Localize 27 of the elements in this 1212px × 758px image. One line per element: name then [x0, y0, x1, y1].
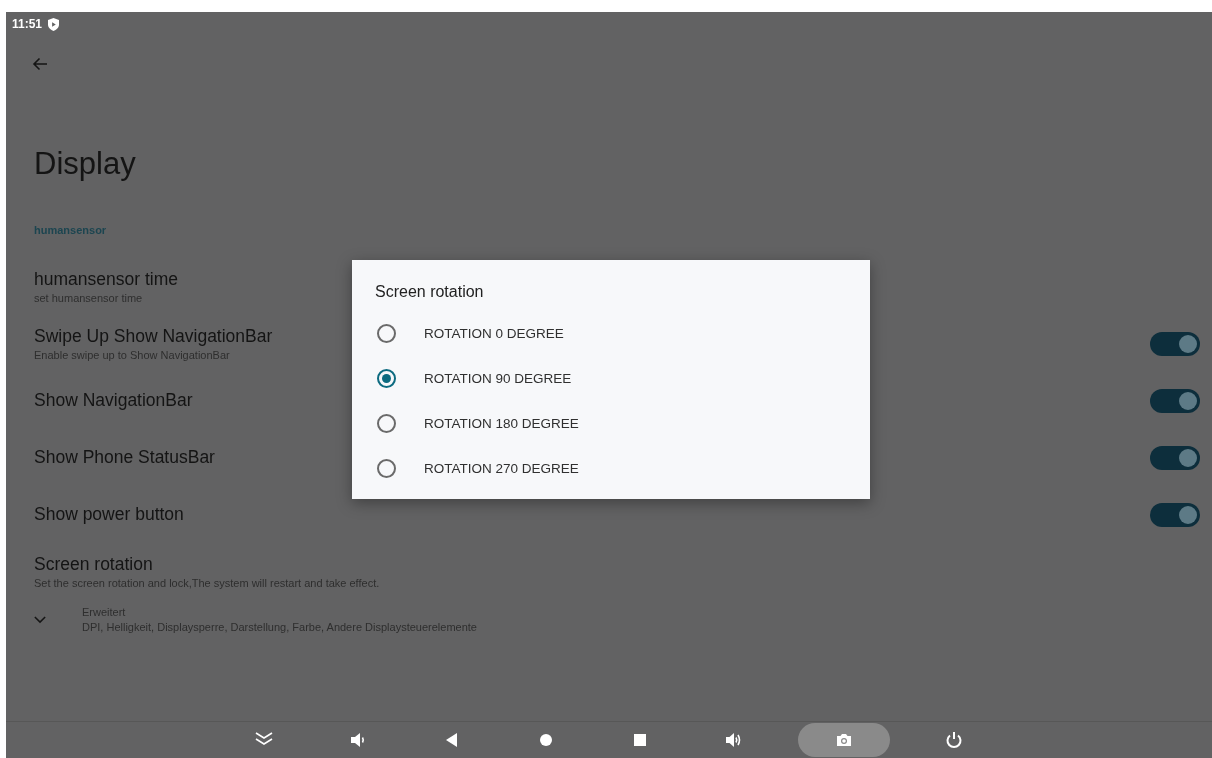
toggle-switch[interactable] [1150, 331, 1200, 356]
setting-title: Show Phone StatusBar [34, 447, 215, 468]
shield-icon [48, 17, 60, 31]
setting-title: Show power button [34, 504, 184, 525]
radio-option[interactable]: ROTATION 270 DEGREE [375, 446, 870, 491]
chevron-down-icon [34, 615, 46, 624]
setting-title: Swipe Up Show NavigationBar [34, 326, 273, 347]
setting-title: humansensor time [34, 269, 178, 290]
radio-button[interactable] [377, 324, 396, 343]
radio-button[interactable] [377, 369, 396, 388]
toggle-switch[interactable] [1150, 445, 1200, 470]
toggle-switch[interactable] [1150, 502, 1200, 527]
setting-title: Show NavigationBar [34, 390, 193, 411]
screenshot-button[interactable] [798, 723, 890, 757]
category-header: humansensor [34, 224, 108, 236]
radio-option[interactable]: ROTATION 90 DEGREE [375, 356, 870, 401]
page-title: Display [34, 146, 137, 183]
radio-button[interactable] [377, 459, 396, 478]
back-arrow-icon[interactable] [32, 56, 48, 72]
radio-button[interactable] [377, 414, 396, 433]
power-icon [944, 730, 964, 750]
dialog-title: Screen rotation [375, 283, 485, 301]
status-time: 11:51 [12, 17, 43, 31]
radio-option[interactable]: ROTATION 180 DEGREE [375, 401, 870, 446]
radio-option[interactable]: ROTATION 0 DEGREE [375, 311, 870, 356]
setting-title: Screen rotation [34, 554, 154, 575]
toggle-switch[interactable] [1150, 388, 1200, 413]
